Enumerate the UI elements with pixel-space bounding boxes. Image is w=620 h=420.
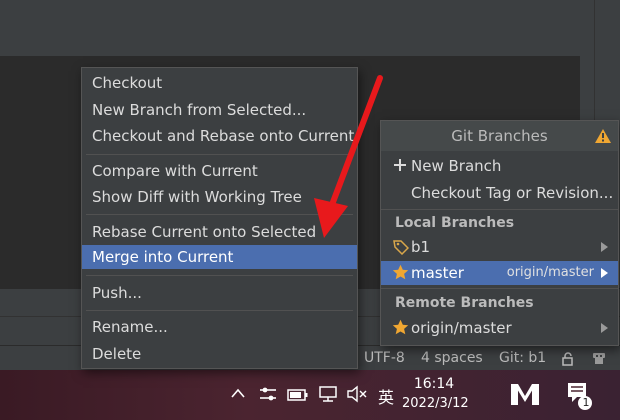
clock-time: 16:14 — [413, 376, 455, 392]
battery-icon[interactable] — [287, 387, 309, 406]
star-icon — [392, 264, 409, 285]
taskbar-clock[interactable]: 16:14 2022/3/12 — [402, 374, 469, 414]
popup-separator — [381, 209, 618, 210]
local-branches-header: Local Branches — [395, 215, 515, 231]
menu-item-push[interactable]: Push... — [82, 281, 357, 305]
menu-item-checkout-and-rebase[interactable]: Checkout and Rebase onto Current — [82, 124, 357, 148]
network-icon[interactable] — [318, 385, 340, 407]
app-logo-icon[interactable] — [508, 380, 542, 412]
checkout-tag-label: Checkout Tag or Revision... — [411, 184, 614, 202]
lock-icon[interactable] — [561, 351, 575, 370]
notification-count: 1 — [582, 396, 590, 409]
menu-separator — [86, 214, 353, 215]
encoding-indicator[interactable]: UTF-8 — [364, 350, 405, 366]
ime-indicator[interactable]: 英 — [378, 384, 394, 408]
branch-context-menu: Checkout New Branch from Selected... Che… — [81, 67, 358, 369]
plus-icon — [393, 158, 407, 176]
menu-item-checkout[interactable]: Checkout — [82, 71, 357, 95]
branch-row-b1[interactable]: b1 — [381, 235, 618, 259]
git-branches-popup: Git Branches New Branch Checkout Tag or … — [380, 120, 619, 346]
branch-row-master[interactable]: master origin/master — [381, 261, 618, 285]
show-hidden-icons-icon[interactable] — [230, 384, 246, 404]
git-branches-title: Git Branches — [451, 127, 548, 145]
warning-icon[interactable] — [594, 128, 612, 148]
ide-top-area — [0, 0, 620, 56]
menu-item-merge-into-current[interactable]: Merge into Current — [82, 245, 357, 269]
indent-indicator[interactable]: 4 spaces — [421, 350, 483, 366]
branch-name: master — [411, 264, 464, 282]
branch-name: origin/master — [411, 319, 512, 337]
menu-separator — [86, 275, 353, 276]
menu-item-rebase-current-onto-selected[interactable]: Rebase Current onto Selected — [82, 220, 357, 244]
git-branch-widget[interactable]: Git: b1 — [499, 350, 546, 366]
tracking-branch: origin/master — [506, 265, 594, 280]
submenu-arrow-icon — [601, 242, 608, 252]
menu-item-compare-with-current[interactable]: Compare with Current — [82, 159, 357, 183]
menu-item-delete[interactable]: Delete — [82, 342, 357, 366]
popup-separator — [381, 288, 618, 289]
clock-date: 2022/3/12 — [402, 396, 469, 411]
checkout-tag-action[interactable]: Checkout Tag or Revision... — [381, 181, 618, 205]
submenu-arrow-icon — [601, 268, 608, 278]
menu-separator — [86, 310, 353, 311]
volume-muted-icon[interactable] — [346, 385, 368, 407]
tag-icon — [393, 239, 410, 259]
menu-separator — [86, 154, 353, 155]
submenu-arrow-icon — [601, 323, 608, 333]
inspector-icon[interactable] — [590, 349, 608, 371]
menu-item-rename[interactable]: Rename... — [82, 315, 357, 339]
branch-row-origin-master[interactable]: origin/master — [381, 316, 618, 340]
branch-name: b1 — [411, 238, 431, 256]
menu-item-show-diff-with-working-tree[interactable]: Show Diff with Working Tree — [82, 185, 357, 209]
control-settings-icon[interactable] — [258, 385, 278, 407]
git-branches-header: Git Branches — [381, 121, 618, 151]
menu-item-new-branch-from-selected[interactable]: New Branch from Selected... — [82, 98, 357, 122]
new-branch-action[interactable]: New Branch — [381, 154, 618, 178]
remote-branches-header: Remote Branches — [395, 295, 534, 311]
star-icon — [392, 319, 409, 340]
new-branch-label: New Branch — [411, 157, 502, 175]
